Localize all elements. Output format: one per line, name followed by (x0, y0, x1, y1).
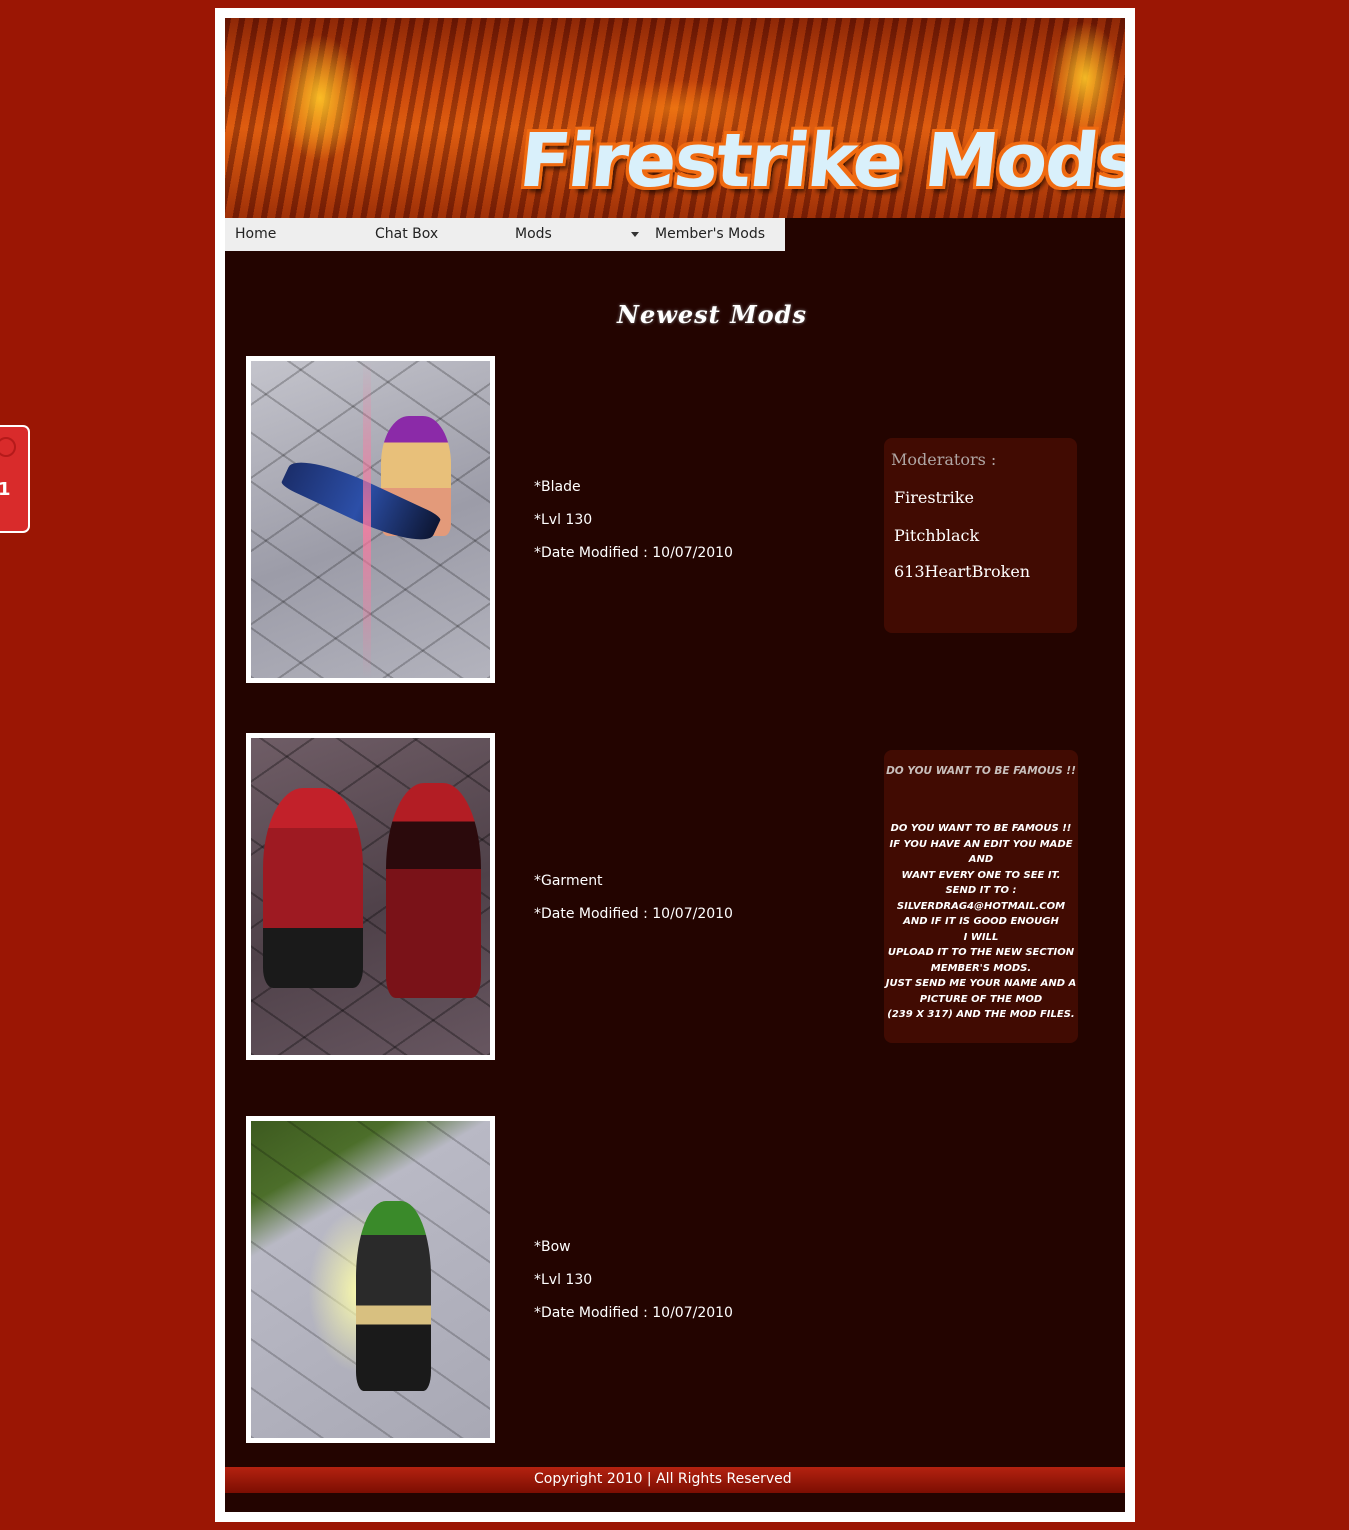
mod-info-blade: *Blade *Lvl 130 *Date Modified : 10/07/2… (534, 478, 733, 577)
mod-date: *Date Modified : 10/07/2010 (534, 906, 733, 922)
side-feedback-tab[interactable]: 1 (0, 425, 30, 533)
character-figure (263, 788, 363, 988)
site-logo-title: Firestrike Mods (515, 118, 1125, 204)
mod-info-bow: *Bow *Lvl 130 *Date Modified : 10/07/201… (534, 1238, 733, 1337)
mod-level: *Lvl 130 (534, 512, 593, 528)
nav-item-label: Chat Box (375, 226, 439, 242)
mod-date: *Date Modified : 10/07/2010 (534, 545, 733, 561)
mod-name: *Bow (534, 1239, 571, 1255)
copyright-text: Copyright 2010 | All Rights Reserved (534, 1471, 792, 1487)
nav-item-chat-box[interactable]: Chat Box (365, 218, 505, 251)
section-title: Newest Mods (617, 300, 807, 329)
moderator-name: Pitchblack (894, 526, 980, 545)
nav-item-label: Home (235, 226, 277, 242)
be-famous-box: Do you want to be famous !! Do you want … (884, 750, 1078, 1043)
nav-item-members-mods[interactable]: Member's Mods (645, 218, 785, 251)
side-tab-label: 1 (0, 479, 11, 500)
mod-name: *Garment (534, 873, 603, 889)
moderators-box: Moderators : Firestrike Pitchblack 613He… (884, 438, 1077, 633)
moderator-name: 613HeartBroken (894, 562, 1031, 581)
tab-icon (0, 437, 16, 457)
mod-image-garment[interactable] (246, 733, 495, 1060)
mod-image-blade[interactable] (246, 356, 495, 683)
main-nav: Home Chat Box Mods Member's Mods (225, 218, 785, 251)
mod-image-bow[interactable] (246, 1116, 495, 1443)
nav-item-label: Member's Mods (655, 226, 766, 242)
mod-level: *Lvl 130 (534, 1272, 593, 1288)
nav-item-label: Mods (515, 226, 552, 242)
nav-item-home[interactable]: Home (225, 218, 365, 251)
be-famous-header: Do you want to be famous !! (886, 765, 1076, 777)
glow-effect (363, 361, 371, 678)
chevron-down-icon (631, 232, 639, 237)
footer-bar: Copyright 2010 | All Rights Reserved (225, 1467, 1125, 1493)
nav-item-mods[interactable]: Mods (505, 218, 645, 251)
page-frame: Firestrike Mods Home Chat Box Mods Membe… (215, 8, 1135, 1522)
mod-date: *Date Modified : 10/07/2010 (534, 1305, 733, 1321)
moderators-header: Moderators : (891, 450, 997, 469)
character-figure-back (386, 783, 481, 998)
moderator-name: Firestrike (894, 488, 974, 507)
mod-info-garment: *Garment *Date Modified : 10/07/2010 (534, 872, 733, 938)
mod-name: *Blade (534, 479, 581, 495)
content-area: Firestrike Mods Home Chat Box Mods Membe… (225, 18, 1125, 1512)
header-banner: Firestrike Mods (225, 18, 1125, 218)
be-famous-body: Do you want to be famous !! If you have … (885, 823, 1077, 1020)
character-figure (356, 1201, 431, 1391)
